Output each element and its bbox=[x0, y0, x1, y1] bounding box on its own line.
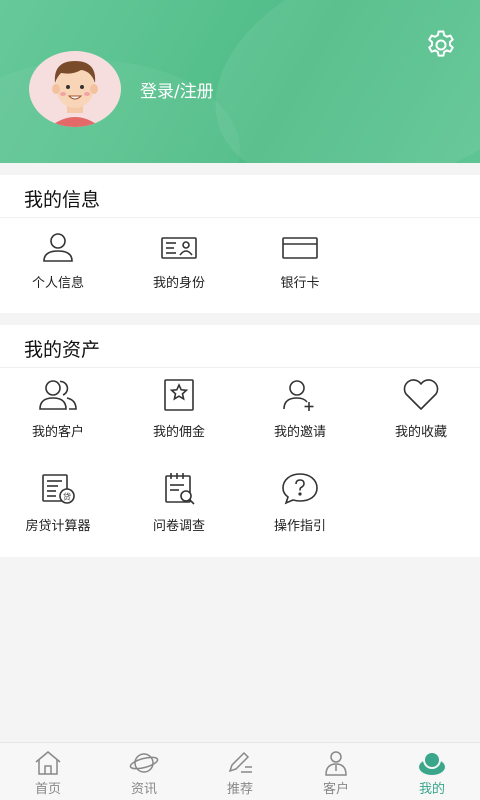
mortgage-calculator-label: 房贷计算器 bbox=[25, 519, 91, 534]
divider bbox=[0, 367, 480, 368]
profile-filled-icon bbox=[419, 751, 445, 775]
customers-icon bbox=[39, 380, 77, 410]
tab-mine[interactable]: 我的 bbox=[384, 743, 480, 800]
help-bubble-icon bbox=[282, 473, 318, 505]
my-identity-item[interactable]: 我的身份 bbox=[124, 230, 234, 291]
tab-mine-label: 我的 bbox=[418, 782, 445, 797]
person-icon bbox=[43, 233, 73, 262]
my-customers-label: 我的客户 bbox=[31, 425, 84, 440]
commission-icon bbox=[164, 379, 194, 411]
tab-news[interactable]: 资讯 bbox=[96, 743, 192, 800]
survey-label: 问卷调查 bbox=[152, 519, 205, 534]
survey-item[interactable]: 问卷调查 bbox=[124, 471, 234, 534]
tab-customers-label: 客户 bbox=[322, 782, 349, 797]
personal-info-item[interactable]: 个人信息 bbox=[3, 230, 113, 291]
settings-gear-icon[interactable] bbox=[424, 28, 458, 62]
my-identity-label: 我的身份 bbox=[152, 276, 205, 291]
bottom-tab-bar: 首页 资讯 推荐 客户 我的 bbox=[0, 742, 480, 800]
svg-text:贷: 贷 bbox=[63, 492, 71, 502]
planet-icon bbox=[129, 753, 159, 773]
customer-icon bbox=[325, 751, 347, 776]
bank-card-item[interactable]: 银行卡 bbox=[245, 230, 355, 291]
tab-recommend[interactable]: 推荐 bbox=[192, 743, 288, 800]
tab-news-label: 资讯 bbox=[130, 782, 157, 797]
my-favorites-label: 我的收藏 bbox=[394, 425, 447, 440]
my-assets-section: 我的资产 我的客户 我的佣金 我的邀请 我的收藏 贷 房贷计算器 问卷调查 操作… bbox=[0, 325, 480, 557]
personal-info-label: 个人信息 bbox=[31, 276, 84, 291]
avatar-face-icon bbox=[49, 61, 101, 127]
survey-icon bbox=[165, 473, 195, 505]
my-invitation-item[interactable]: 我的邀请 bbox=[245, 377, 355, 440]
mortgage-calculator-item[interactable]: 贷 房贷计算器 bbox=[3, 471, 113, 534]
home-icon bbox=[35, 751, 61, 775]
my-favorites-item[interactable]: 我的收藏 bbox=[366, 377, 476, 440]
calculator-icon: 贷 bbox=[42, 474, 75, 504]
operation-guide-label: 操作指引 bbox=[273, 519, 326, 534]
pen-icon bbox=[228, 751, 252, 773]
divider bbox=[0, 217, 480, 218]
my-invitation-label: 我的邀请 bbox=[273, 425, 326, 440]
my-info-title: 我的信息 bbox=[24, 189, 101, 211]
add-user-icon bbox=[283, 380, 314, 411]
my-assets-title: 我的资产 bbox=[24, 339, 101, 361]
id-card-icon bbox=[161, 237, 197, 259]
tab-home-label: 首页 bbox=[34, 782, 61, 797]
tab-customers[interactable]: 客户 bbox=[288, 743, 384, 800]
operation-guide-item[interactable]: 操作指引 bbox=[245, 471, 355, 534]
bank-card-icon bbox=[282, 237, 318, 259]
my-info-section: 我的信息 个人信息 我的身份 银行卡 bbox=[0, 175, 480, 313]
tab-recommend-label: 推荐 bbox=[226, 782, 253, 797]
tab-home[interactable]: 首页 bbox=[0, 743, 96, 800]
my-commission-label: 我的佣金 bbox=[152, 425, 205, 440]
avatar[interactable] bbox=[29, 51, 121, 127]
bank-card-label: 银行卡 bbox=[280, 276, 320, 291]
login-register-link[interactable]: 登录/注册 bbox=[140, 77, 214, 102]
profile-header: 登录/注册 bbox=[0, 0, 480, 163]
heart-icon bbox=[403, 379, 439, 410]
my-commission-item[interactable]: 我的佣金 bbox=[124, 377, 234, 440]
my-customers-item[interactable]: 我的客户 bbox=[3, 377, 113, 440]
